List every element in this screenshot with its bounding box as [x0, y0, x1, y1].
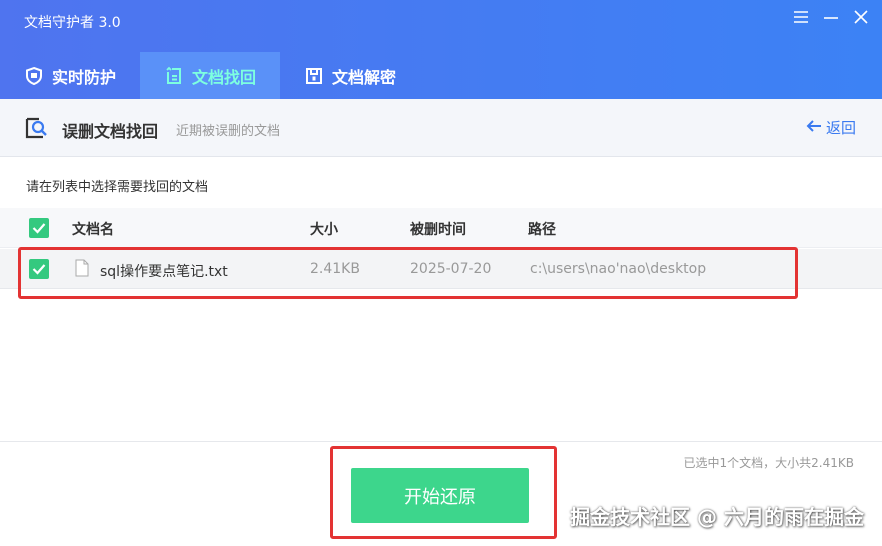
- table-header: 文档名 大小 被删时间 路径: [0, 208, 882, 248]
- column-header-deleted-time[interactable]: 被删时间: [410, 219, 466, 239]
- minimize-button[interactable]: [820, 6, 842, 28]
- minimize-icon: [824, 17, 838, 19]
- start-restore-button[interactable]: 开始还原: [351, 468, 529, 523]
- tab-realtime-protection[interactable]: 实时防护: [0, 52, 140, 99]
- search-document-icon: [24, 116, 50, 144]
- section-title: 误删文档找回: [62, 122, 159, 141]
- column-header-name[interactable]: 文档名: [72, 219, 114, 239]
- check-icon: [32, 223, 46, 234]
- section-description: 近期被误删的文档: [176, 124, 281, 139]
- section-header: 误删文档找回 近期被误删的文档 返回: [0, 99, 882, 157]
- close-icon: [854, 10, 868, 24]
- row-checkbox[interactable]: [29, 259, 49, 279]
- text-file-icon: [75, 259, 89, 281]
- close-button[interactable]: [850, 6, 872, 28]
- tab-label: 文档解密: [332, 67, 397, 87]
- file-name: sql操作要点笔记.txt: [100, 264, 228, 280]
- file-size: 2.41KB: [310, 261, 360, 277]
- selection-summary: 已选中1个文档，大小共2.41KB: [683, 456, 854, 470]
- column-header-size[interactable]: 大小: [310, 219, 338, 239]
- file-deleted-time: 2025-07-20: [410, 261, 492, 277]
- tab-document-decrypt[interactable]: 文档解密: [280, 52, 420, 99]
- tab-bar: 实时防护 文档找回 文档解密: [0, 52, 420, 99]
- tab-label: 实时防护: [52, 67, 117, 87]
- file-restore-icon: [164, 66, 184, 86]
- app-title: 文档守护者 3.0: [24, 15, 121, 31]
- window-controls: [790, 6, 872, 28]
- title-bar: 文档守护者 3.0 实时防护 文档找回 文档解密: [0, 0, 882, 99]
- shield-icon: [24, 66, 44, 86]
- back-button[interactable]: 返回: [806, 117, 856, 138]
- watermark: 掘金技术社区 @ 六月的雨在掘金: [570, 505, 864, 529]
- tab-label: 文档找回: [192, 67, 257, 87]
- arrow-left-icon: [806, 119, 822, 137]
- menu-button[interactable]: [790, 6, 812, 28]
- check-icon: [32, 264, 46, 275]
- menu-icon: [794, 11, 808, 23]
- tab-document-recovery[interactable]: 文档找回: [140, 52, 281, 99]
- footer-divider: [0, 441, 882, 442]
- lock-file-icon: [304, 66, 324, 86]
- table-row[interactable]: sql操作要点笔记.txt 2.41KB 2025-07-20 c:\users…: [0, 249, 882, 289]
- file-path: c:\users\nao'nao\desktop: [530, 261, 707, 277]
- instruction-text: 请在列表中选择需要找回的文档: [26, 180, 209, 195]
- column-header-path[interactable]: 路径: [528, 219, 556, 239]
- back-label: 返回: [825, 119, 856, 137]
- select-all-checkbox[interactable]: [29, 218, 49, 238]
